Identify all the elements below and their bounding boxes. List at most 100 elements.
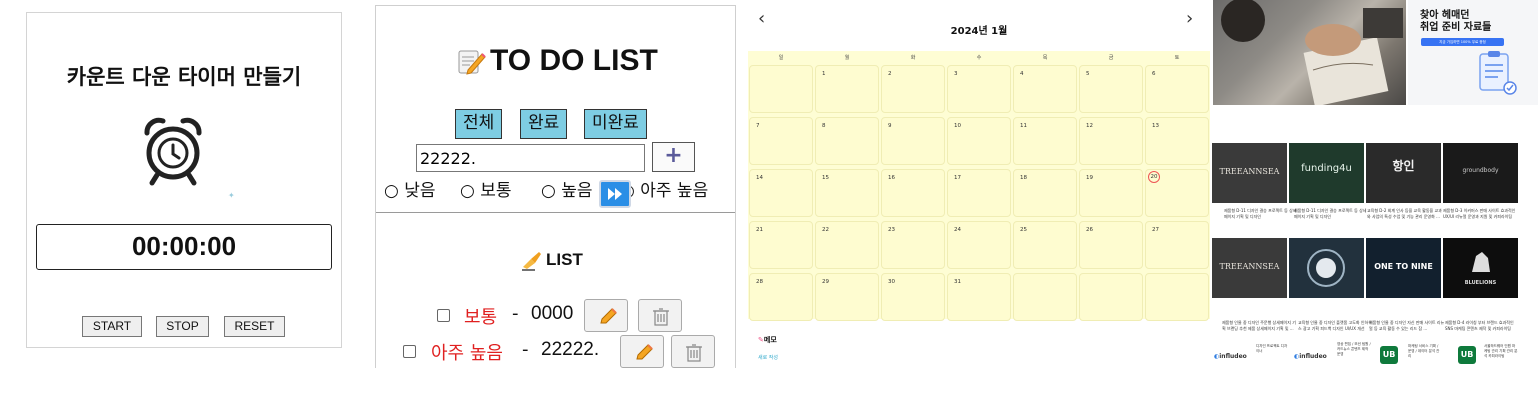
calendar-day-cell[interactable]: 11 xyxy=(1013,117,1077,165)
weekday-label: 토 xyxy=(1174,55,1180,61)
todo-item-priority: 보통 xyxy=(464,307,498,328)
calendar-day-cell[interactable] xyxy=(1013,273,1077,321)
project-caption: 제품형 인물 중 디자인 자신 판매 사이트 리뉴얼 등 교육 활동 수 있는 … xyxy=(1369,320,1445,331)
todo-item-checkbox[interactable] xyxy=(403,345,416,358)
calendar-day-cell[interactable]: 23 xyxy=(881,221,945,269)
ub-logo[interactable]: UB xyxy=(1380,346,1398,364)
project-thumb[interactable]: TREEANNSEA xyxy=(1212,143,1287,203)
hero-cta-pill[interactable]: 지금 가입하면 100% 무료 증정 xyxy=(1421,38,1504,46)
calendar-day-cell[interactable]: 12 xyxy=(1079,117,1143,165)
calendar-day-cell[interactable]: 14 xyxy=(749,169,813,217)
delete-button[interactable] xyxy=(638,299,682,332)
project-thumb[interactable]: BLUELIONS xyxy=(1443,238,1518,298)
delete-button[interactable] xyxy=(671,335,715,368)
pencil-icon xyxy=(636,344,653,360)
priority-high-option[interactable]: ○ 높음 xyxy=(541,176,593,201)
weekday-label: 목 xyxy=(1042,55,1048,61)
todo-input[interactable] xyxy=(416,144,645,172)
list-title: LIST xyxy=(546,250,583,269)
thumb-label: ONE TO NINE xyxy=(1374,262,1433,271)
timer-panel: 카운트 다운 타이머 만들기 ✦ 00:00:00 START STOP RES… xyxy=(26,12,342,348)
trash-icon xyxy=(653,308,669,326)
calendar-day-cell[interactable]: 18 xyxy=(1013,169,1077,217)
calendar-day-number: 31 xyxy=(954,279,961,285)
calendar-day-number: 7 xyxy=(756,123,760,129)
calendar-day-cell[interactable]: 29 xyxy=(815,273,879,321)
calendar-day-cell[interactable]: 9 xyxy=(881,117,945,165)
calendar-day-cell[interactable]: 4 xyxy=(1013,65,1077,113)
todo-item-text: 0000 xyxy=(531,303,574,324)
filter-undone-button[interactable]: 미완료 xyxy=(584,109,647,139)
calendar-day-number: 4 xyxy=(1020,71,1024,77)
hero-photo[interactable] xyxy=(1213,0,1406,105)
add-button[interactable]: + xyxy=(652,142,695,172)
project-thumb[interactable]: funding4u xyxy=(1289,143,1364,203)
calendar-day-cell[interactable]: 25 xyxy=(1013,221,1077,269)
edit-button[interactable] xyxy=(620,335,664,368)
priority-normal-option[interactable]: ○ 보통 xyxy=(460,176,512,201)
brand-caption: 마케팅 서비스 기획 / 운영 / 데이터 분석 관리 xyxy=(1408,344,1440,358)
priority-low-option[interactable]: ○ 낮음 xyxy=(384,176,436,201)
calendar-day-cell[interactable]: 5 xyxy=(1079,65,1143,113)
filter-done-button[interactable]: 완료 xyxy=(520,109,568,139)
calendar-day-cell[interactable]: 22 xyxy=(815,221,879,269)
calendar-day-cell[interactable]: 7 xyxy=(749,117,813,165)
calendar-day-cell[interactable]: 6 xyxy=(1145,65,1209,113)
calendar-day-cell[interactable]: 30 xyxy=(881,273,945,321)
calendar-day-cell[interactable]: 2 xyxy=(881,65,945,113)
calendar-day-cell[interactable]: 1 xyxy=(815,65,879,113)
calendar-day-cell[interactable]: 21 xyxy=(749,221,813,269)
calendar-day-cell[interactable]: 10 xyxy=(947,117,1011,165)
list-heading: LIST xyxy=(521,249,583,271)
calendar-day-number: 3 xyxy=(954,71,958,77)
reset-button[interactable]: RESET xyxy=(224,316,285,337)
calendar-day-cell[interactable] xyxy=(749,65,813,113)
calendar-day-cell[interactable]: 17 xyxy=(947,169,1011,217)
calendar-day-cell[interactable]: 16 xyxy=(881,169,945,217)
todo-item-separator: - xyxy=(522,339,529,360)
calendar-day-cell[interactable]: 8 xyxy=(815,117,879,165)
filter-all-button[interactable]: 전체 xyxy=(455,109,503,139)
calendar-day-number: 8 xyxy=(822,123,826,129)
project-thumb[interactable] xyxy=(1289,238,1364,298)
thumb-label: TREEANNSEA xyxy=(1219,262,1280,271)
weekday-label: 수 xyxy=(976,55,982,61)
calendar-day-number: 25 xyxy=(1020,227,1027,233)
calendar-day-number: 5 xyxy=(1086,71,1090,77)
ub-logo[interactable]: UB xyxy=(1458,346,1476,364)
calendar-day-cell[interactable] xyxy=(1079,273,1143,321)
brand-logo[interactable]: ◐infludeo xyxy=(1294,353,1327,360)
calendar-day-cell[interactable]: 3 xyxy=(947,65,1011,113)
hero-banner[interactable]: 찾아 헤매던 취업 준비 자료들 지금 가입하면 100% 무료 증정 xyxy=(1408,0,1538,105)
calendar-day-cell[interactable]: 24 xyxy=(947,221,1011,269)
calendar-day-cell[interactable]: 28 xyxy=(749,273,813,321)
priority-very-high-option[interactable]: ○ 아주 높음 xyxy=(620,176,708,201)
edit-button[interactable] xyxy=(584,299,628,332)
todo-item-checkbox[interactable] xyxy=(437,309,450,322)
calendar-day-cell[interactable]: 26 xyxy=(1079,221,1143,269)
calendar-title: 2024년 1월 xyxy=(950,26,1008,37)
calendar-day-number: 11 xyxy=(1020,123,1027,129)
calendar-day-cell[interactable]: 27 xyxy=(1145,221,1209,269)
brand-logo[interactable]: ◐infludeo xyxy=(1214,353,1247,360)
todo-item-separator: - xyxy=(512,303,519,324)
fast-forward-icon[interactable] xyxy=(599,180,631,208)
stop-button[interactable]: STOP xyxy=(156,316,209,337)
priority-very-high-label: 아주 높음 xyxy=(640,181,709,201)
ad-panel: 찾아 헤매던 취업 준비 자료들 지금 가입하면 100% 무료 증정 TREE… xyxy=(1212,0,1538,378)
calendar-day-cell[interactable]: 15 xyxy=(815,169,879,217)
project-thumb[interactable]: groundbody xyxy=(1443,143,1518,203)
calendar-day-cell[interactable]: 13 xyxy=(1145,117,1209,165)
project-thumb[interactable]: 항인 xyxy=(1366,143,1441,203)
memo-add-link[interactable]: 새로 작성 xyxy=(758,354,778,361)
project-thumb[interactable]: ONE TO NINE xyxy=(1366,238,1441,298)
start-button[interactable]: START xyxy=(82,316,142,337)
calendar-day-cell[interactable]: 31 xyxy=(947,273,1011,321)
calendar-day-number: 17 xyxy=(954,175,961,181)
project-thumb[interactable]: TREEANNSEA xyxy=(1212,238,1287,298)
calendar-day-number: 16 xyxy=(888,175,895,181)
calendar-day-cell[interactable] xyxy=(1145,273,1209,321)
timer-title: 카운트 다운 타이머 만들기 xyxy=(66,65,302,89)
calendar-day-cell[interactable]: 20 xyxy=(1145,169,1209,217)
calendar-day-cell[interactable]: 19 xyxy=(1079,169,1143,217)
